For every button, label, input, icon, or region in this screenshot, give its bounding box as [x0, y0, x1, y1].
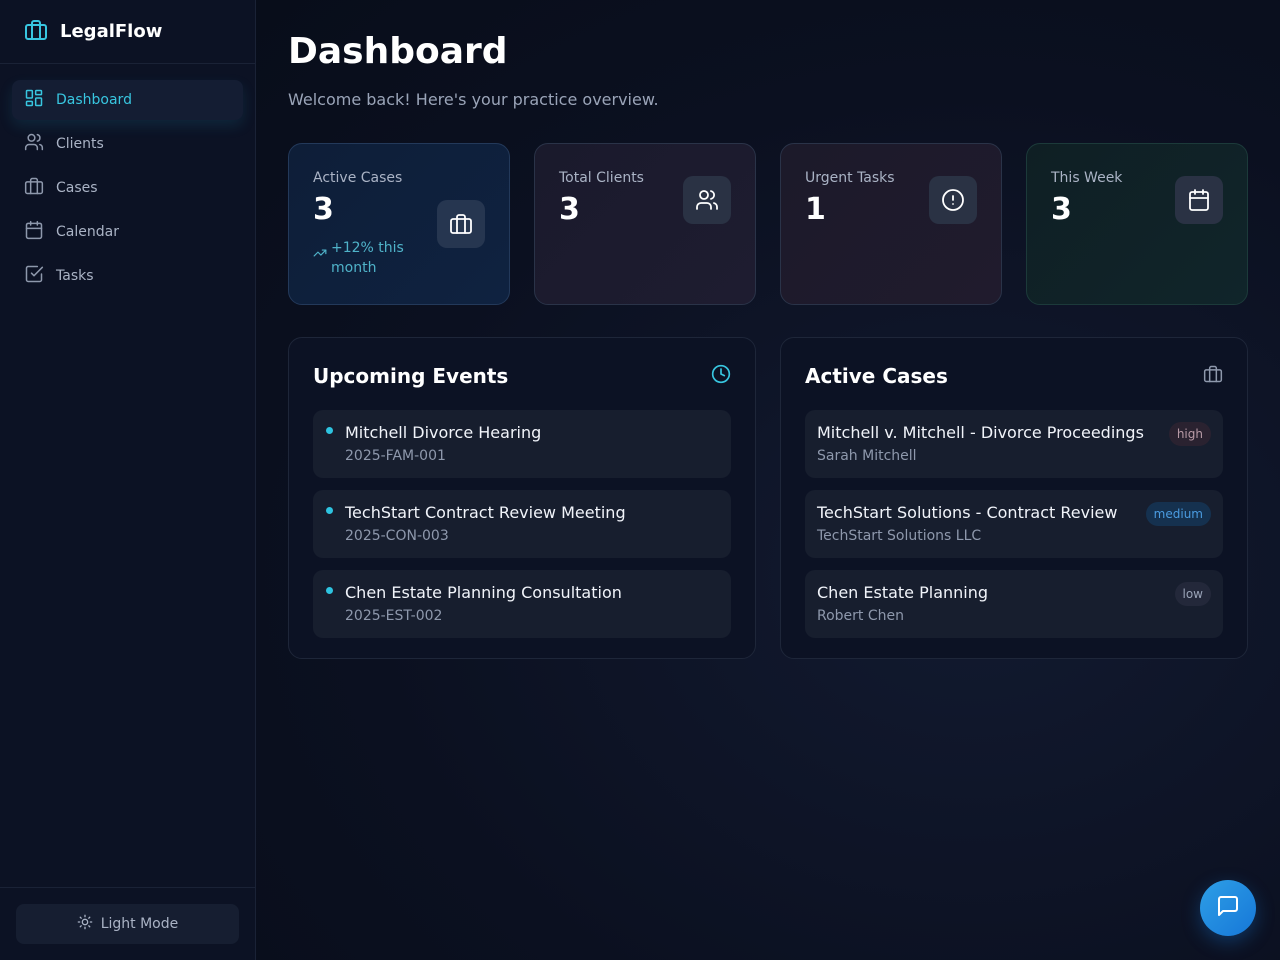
page-subtitle: Welcome back! Here's your practice overv… [288, 90, 659, 109]
sidebar-item-calendar[interactable]: Calendar [12, 212, 243, 252]
panel-title: Active Cases [805, 364, 948, 388]
briefcase-icon [24, 18, 48, 46]
stat-card-urgent-tasks[interactable]: Urgent Tasks 1 [780, 143, 1002, 305]
panel-title: Upcoming Events [313, 364, 509, 388]
app-root: LegalFlow Dashboard Clients Cases Calend… [0, 0, 1280, 960]
sidebar-footer: Light Mode [0, 887, 255, 960]
sidebar: LegalFlow Dashboard Clients Cases Calend… [0, 0, 256, 960]
panel-header: Active Cases [805, 362, 1223, 390]
alert-circle-icon [929, 176, 977, 224]
priority-badge: low [1174, 582, 1211, 606]
users-icon [683, 176, 731, 224]
brand-name: LegalFlow [60, 21, 163, 42]
case-client: Robert Chen [817, 608, 904, 624]
trending-up-icon [313, 238, 331, 278]
sidebar-item-label: Calendar [56, 224, 119, 240]
event-code: 2025-FAM-001 [345, 448, 446, 464]
priority-badge: high [1168, 422, 1211, 446]
event-code: 2025-CON-003 [345, 528, 449, 544]
case-title: Mitchell v. Mitchell - Divorce Proceedin… [817, 423, 1144, 442]
case-item[interactable]: TechStart Solutions - Contract Review Te… [805, 490, 1223, 558]
sidebar-item-label: Dashboard [56, 92, 132, 108]
page-title: Dashboard [288, 31, 508, 72]
event-item[interactable]: Chen Estate Planning Consultation 2025-E… [313, 570, 731, 638]
sidebar-item-clients[interactable]: Clients [12, 124, 243, 164]
active-cases-panel: Active Cases Mitchell v. Mitchell - Divo… [780, 337, 1248, 659]
main-content: Dashboard Welcome back! Here's your prac… [256, 0, 1280, 960]
event-dot [326, 427, 333, 434]
stats-row: Active Cases 3 +12% this month Total Cli… [288, 143, 1248, 305]
stat-trend-text: +12% this month [331, 240, 404, 276]
sidebar-item-label: Tasks [56, 268, 94, 284]
stat-card-this-week[interactable]: This Week 3 [1026, 143, 1248, 305]
sidebar-nav: Dashboard Clients Cases Calendar Tasks [0, 64, 255, 316]
users-icon [24, 132, 56, 156]
stat-label: Active Cases [313, 170, 403, 186]
sidebar-item-cases[interactable]: Cases [12, 168, 243, 208]
chat-bubble-icon [1216, 894, 1240, 922]
case-client: Sarah Mitchell [817, 448, 917, 464]
sidebar-item-label: Clients [56, 136, 104, 152]
event-item[interactable]: TechStart Contract Review Meeting 2025-C… [313, 490, 731, 558]
priority-badge: medium [1145, 502, 1211, 526]
clock-icon [711, 364, 731, 388]
briefcase-icon [24, 176, 56, 200]
calendar-icon [1175, 176, 1223, 224]
checkbox-icon [24, 264, 56, 288]
panels-row: Upcoming Events Mitchell Divorce Hearing… [288, 337, 1248, 659]
event-code: 2025-EST-002 [345, 608, 443, 624]
sidebar-item-label: Cases [56, 180, 98, 196]
event-item[interactable]: Mitchell Divorce Hearing 2025-FAM-001 [313, 410, 731, 478]
light-mode-button[interactable]: Light Mode [16, 904, 239, 944]
sidebar-item-tasks[interactable]: Tasks [12, 256, 243, 296]
event-title: Chen Estate Planning Consultation [345, 583, 622, 602]
light-mode-label: Light Mode [100, 916, 179, 932]
upcoming-events-panel: Upcoming Events Mitchell Divorce Hearing… [288, 337, 756, 659]
dashboard-icon [24, 88, 56, 112]
event-title: TechStart Contract Review Meeting [345, 503, 626, 522]
sun-icon [77, 914, 101, 934]
panel-header: Upcoming Events [313, 362, 731, 390]
case-title: Chen Estate Planning [817, 583, 989, 602]
stat-card-active-cases[interactable]: Active Cases 3 +12% this month [288, 143, 510, 305]
sidebar-item-dashboard[interactable]: Dashboard [12, 80, 243, 120]
event-dot [326, 507, 333, 514]
briefcase-icon [437, 200, 485, 248]
event-dot [326, 587, 333, 594]
calendar-icon [24, 220, 56, 244]
brand[interactable]: LegalFlow [0, 0, 255, 64]
case-item[interactable]: Mitchell v. Mitchell - Divorce Proceedin… [805, 410, 1223, 478]
stat-card-total-clients[interactable]: Total Clients 3 [534, 143, 756, 305]
chat-button[interactable] [1200, 880, 1256, 936]
event-title: Mitchell Divorce Hearing [345, 423, 542, 442]
case-item[interactable]: Chen Estate Planning Robert Chen low [805, 570, 1223, 638]
case-client: TechStart Solutions LLC [817, 528, 982, 544]
briefcase-icon [1203, 364, 1223, 388]
